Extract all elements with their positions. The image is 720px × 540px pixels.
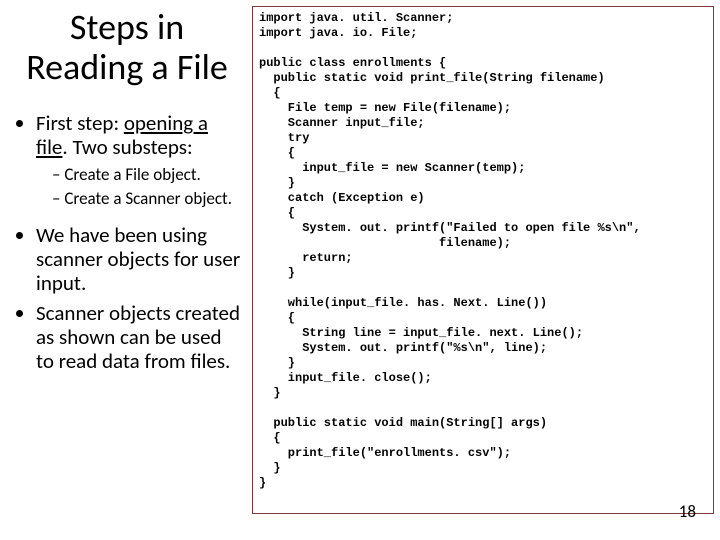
code-block: import java. util. Scanner; import java.…	[252, 6, 714, 514]
slide-title: Steps in Reading a File	[12, 8, 242, 87]
left-column: Steps in Reading a File First step: open…	[0, 0, 250, 540]
sub-1: Create a File object.	[52, 165, 242, 185]
bullet-1-pre: First step:	[36, 110, 124, 136]
bullet-3: Scanner objects created as shown can be …	[36, 301, 242, 373]
bullet-1-post: . Two substeps:	[62, 134, 192, 160]
right-column: import java. util. Scanner; import java.…	[250, 0, 720, 540]
bullet-list: First step: opening a file. Two substeps…	[22, 111, 242, 373]
bullet-1: First step: opening a file. Two substeps…	[36, 111, 242, 208]
page-number: 18	[679, 501, 696, 522]
slide: Steps in Reading a File First step: open…	[0, 0, 720, 540]
sub-2: Create a Scanner object.	[52, 189, 242, 209]
bullet-2: We have been using scanner objects for u…	[36, 223, 242, 295]
sub-list: Create a File object. Create a Scanner o…	[36, 165, 242, 208]
